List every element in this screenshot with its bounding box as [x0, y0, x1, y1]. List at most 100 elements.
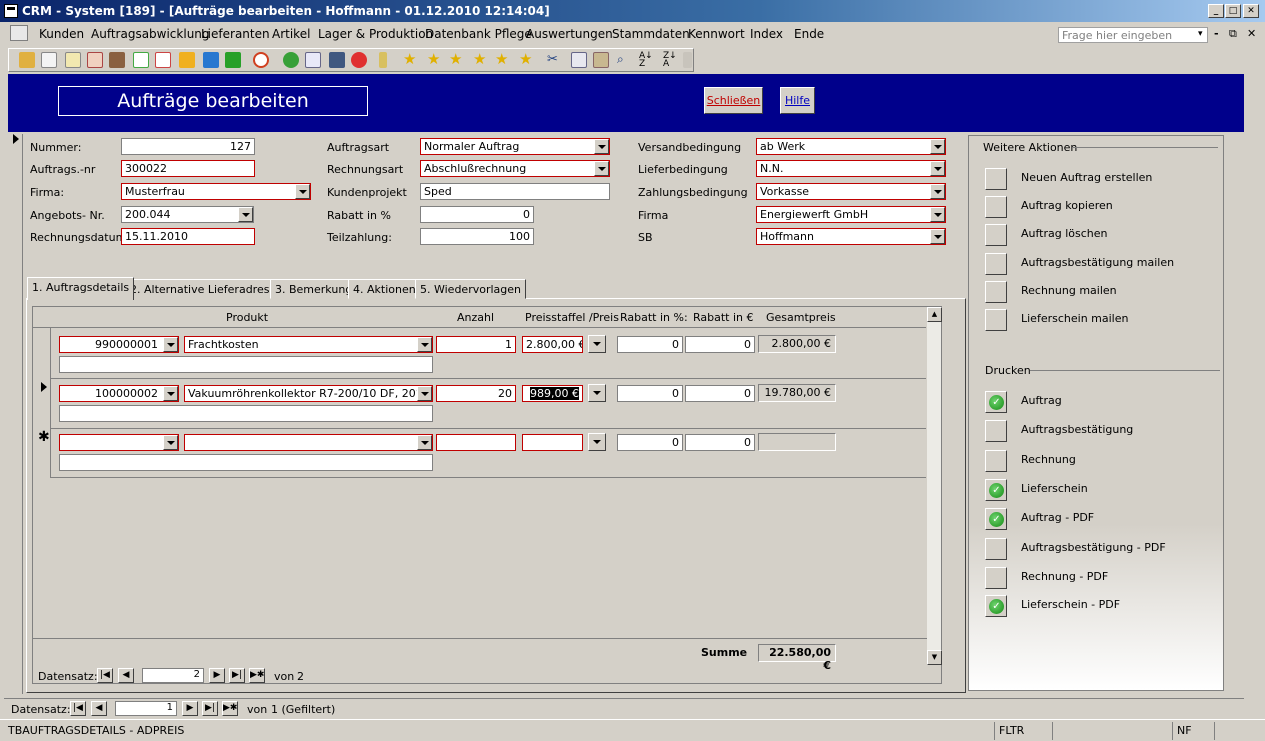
copy-icon[interactable]: [571, 52, 587, 68]
chevron-down-icon[interactable]: [930, 139, 945, 154]
rechnungsart-select[interactable]: Abschlußrechnung: [420, 160, 610, 177]
maximize-icon[interactable]: □: [1225, 4, 1241, 18]
chevron-down-icon[interactable]: [163, 386, 178, 401]
auftragsart-select[interactable]: Normaler Auftrag: [420, 138, 610, 155]
row1-detail-field[interactable]: [59, 356, 433, 373]
chevron-down-icon[interactable]: [238, 207, 253, 222]
box-green-icon[interactable]: [225, 52, 241, 68]
star-icon[interactable]: ★: [473, 52, 489, 68]
row1-anzahl-field[interactable]: 1: [436, 336, 516, 353]
close-button[interactable]: Schließen: [704, 87, 763, 114]
row3-artikelnr-select[interactable]: [59, 434, 179, 451]
firma-select[interactable]: Musterfrau: [121, 183, 311, 200]
minimize-icon[interactable]: _: [1208, 4, 1224, 18]
row3-anzahl-field[interactable]: [436, 434, 516, 451]
row3-preis-field[interactable]: [522, 434, 583, 451]
menu-datenbank[interactable]: Datenbank Pflege: [425, 27, 532, 41]
sort-desc-icon[interactable]: Z↓ A: [663, 52, 679, 69]
angebot-select[interactable]: 200.044: [121, 206, 254, 223]
alarm-icon[interactable]: [253, 52, 269, 68]
tab-aktionen[interactable]: 4. Aktionen: [348, 279, 421, 299]
question-dropdown-icon[interactable]: ▾: [1198, 29, 1203, 39]
form-new-record-icon[interactable]: ▶✱: [222, 701, 238, 716]
chevron-down-icon[interactable]: [930, 207, 945, 222]
menu-auswertungen[interactable]: Auswertungen: [526, 27, 613, 41]
auftrag-loeschen-button[interactable]: [985, 224, 1007, 246]
record-selector[interactable]: [8, 134, 23, 694]
row3-preisstaffel-dropdown[interactable]: [588, 433, 606, 451]
document-icon[interactable]: [41, 52, 57, 68]
menu-kennwort[interactable]: Kennwort: [688, 27, 745, 41]
new-record-icon[interactable]: ▶✱: [249, 668, 265, 683]
print-lieferschein-button[interactable]: ✓: [985, 479, 1007, 501]
paste-icon[interactable]: [593, 52, 609, 68]
chevron-down-icon[interactable]: [594, 139, 609, 154]
scroll-down-icon[interactable]: ▼: [927, 650, 942, 665]
refresh-icon[interactable]: [283, 52, 299, 68]
chevron-down-icon[interactable]: [163, 337, 178, 352]
sb-select[interactable]: Hoffmann: [756, 228, 946, 245]
firma2-select[interactable]: Energiewerft GmbH: [756, 206, 946, 223]
row1-produkt-select[interactable]: Frachtkosten: [184, 336, 433, 353]
print-ab-pdf-button[interactable]: [985, 538, 1007, 560]
row1-rabatt-pct-field[interactable]: 0: [617, 336, 683, 353]
row-selectors[interactable]: [33, 328, 51, 478]
tab-lieferadresse[interactable]: 2. Alternative Lieferadresse: [125, 279, 287, 299]
blank-doc-icon[interactable]: [155, 52, 171, 68]
row2-rabatt-eur-field[interactable]: 0: [685, 385, 755, 402]
versand-select[interactable]: ab Werk: [756, 138, 946, 155]
star-icon[interactable]: ★: [449, 52, 465, 68]
box-yellow-icon[interactable]: [179, 52, 195, 68]
star-icon[interactable]: ★: [403, 52, 419, 68]
print-auftragsbestaetigung-button[interactable]: [985, 420, 1007, 442]
row1-preisstaffel-dropdown[interactable]: [588, 335, 606, 353]
add-red-icon[interactable]: [351, 52, 367, 68]
rechnung-mailen-button[interactable]: [985, 281, 1007, 303]
menu-stammdaten[interactable]: Stammdaten: [612, 27, 690, 41]
person-icon[interactable]: [109, 52, 125, 68]
chevron-down-icon[interactable]: [417, 435, 432, 450]
row3-rabatt-pct-field[interactable]: 0: [617, 434, 683, 451]
menu-ende[interactable]: Ende: [794, 27, 824, 41]
toolbar-options-icon[interactable]: [683, 52, 692, 68]
next-record-icon[interactable]: ▶: [209, 668, 225, 683]
zahlung-select[interactable]: Vorkasse: [756, 183, 946, 200]
menu-artikel[interactable]: Artikel: [272, 27, 310, 41]
menu-auftragsabwicklung[interactable]: Auftragsabwicklung: [91, 27, 210, 41]
print-lieferschein-pdf-button[interactable]: ✓: [985, 595, 1007, 617]
chevron-down-icon[interactable]: [417, 386, 432, 401]
chevron-down-icon[interactable]: [417, 337, 432, 352]
ab-mailen-button[interactable]: [985, 253, 1007, 275]
star-add-icon[interactable]: ★: [519, 52, 535, 68]
menu-kunden[interactable]: Kunden: [39, 27, 84, 41]
star-icon[interactable]: ★: [495, 52, 511, 68]
row2-preis-field[interactable]: 989,00 €: [522, 385, 583, 402]
kundenprojekt-field[interactable]: Sped: [420, 183, 610, 200]
tab-wiedervorlagen[interactable]: 5. Wiedervorlagen: [415, 279, 527, 299]
menu-index[interactable]: Index: [750, 27, 783, 41]
doc-restore-icon[interactable]: ⧉: [1229, 27, 1237, 41]
row2-rabatt-pct-field[interactable]: 0: [617, 385, 683, 402]
row2-anzahl-field[interactable]: 20: [436, 385, 516, 402]
neuer-auftrag-button[interactable]: [985, 168, 1007, 190]
chevron-down-icon[interactable]: [594, 161, 609, 176]
row2-preisstaffel-dropdown[interactable]: [588, 384, 606, 402]
cut-icon[interactable]: ✂: [547, 52, 563, 68]
star-icon[interactable]: ★: [427, 52, 443, 68]
chevron-down-icon[interactable]: [930, 229, 945, 244]
rabatt-field[interactable]: 0: [420, 206, 534, 223]
doc-minimize-icon[interactable]: -: [1214, 27, 1219, 40]
find-icon[interactable]: ⌕: [617, 52, 633, 68]
note-icon[interactable]: [65, 52, 81, 68]
chevron-down-icon[interactable]: [163, 435, 178, 450]
print-auftrag-pdf-button[interactable]: ✓: [985, 508, 1007, 530]
row2-artikelnr-select[interactable]: 100000002: [59, 385, 179, 402]
sort-asc-icon[interactable]: A↓ Z: [639, 52, 655, 69]
row1-rabatt-eur-field[interactable]: 0: [685, 336, 755, 353]
form-first-record-icon[interactable]: |◀: [70, 701, 86, 716]
chevron-down-icon[interactable]: [930, 161, 945, 176]
close-icon[interactable]: ✕: [1243, 4, 1259, 18]
user-icon[interactable]: [19, 52, 35, 68]
grid-scrollbar[interactable]: ▲ ▼: [926, 307, 942, 665]
print-rechnung-button[interactable]: [985, 450, 1007, 472]
